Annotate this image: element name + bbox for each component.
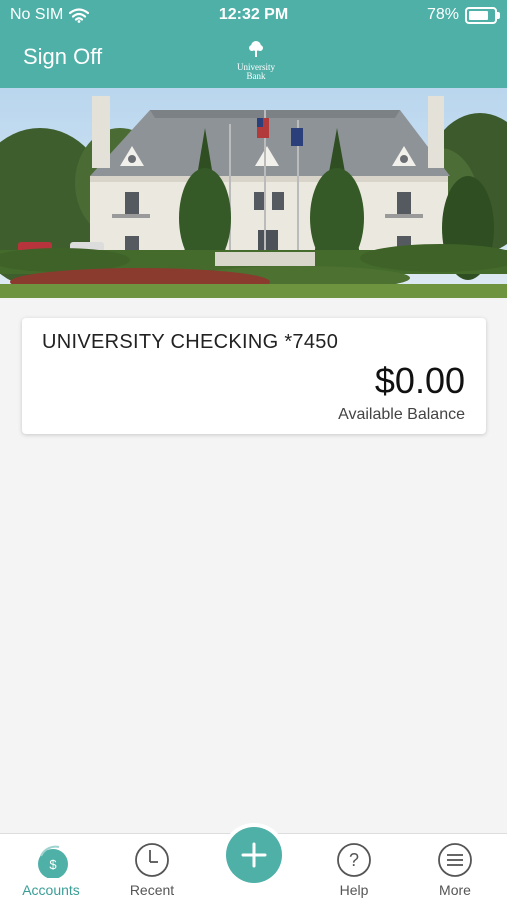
battery-fill xyxy=(469,10,488,20)
building-illustration xyxy=(0,88,507,298)
question-circle-icon: ? xyxy=(337,843,371,877)
account-balance: $0.00 xyxy=(374,360,465,401)
tab-help-label: Help xyxy=(339,882,369,898)
tab-recent[interactable]: Recent xyxy=(102,834,202,901)
tab-accounts[interactable]: $ Accounts xyxy=(1,834,101,901)
logo-text-line2: Bank xyxy=(246,71,266,81)
tab-accounts-label: Accounts xyxy=(22,882,80,898)
dollar-circle-icon: $ xyxy=(38,845,68,878)
tree-logo-icon xyxy=(249,41,263,57)
tab-more[interactable]: More xyxy=(405,834,505,901)
account-card[interactable]: UNIVERSITY CHECKING *7450 $0.00 Availabl… xyxy=(22,318,486,434)
tab-recent-label: Recent xyxy=(129,882,175,898)
plus-icon xyxy=(241,842,267,868)
battery-icon xyxy=(465,6,500,24)
tab-more-label: More xyxy=(439,882,471,898)
tab-help[interactable]: ? Help xyxy=(304,834,404,901)
status-right: 78% xyxy=(426,6,500,24)
available-balance-label: Available Balance xyxy=(338,406,465,423)
sign-off-button[interactable]: Sign Off xyxy=(23,44,102,70)
add-button[interactable] xyxy=(226,827,282,883)
svg-text:?: ? xyxy=(349,850,359,870)
menu-lines-icon xyxy=(438,843,472,877)
bank-building-photo xyxy=(0,88,507,298)
top-bar: No SIM 12:32 PM 78% Sign Off University … xyxy=(0,0,507,88)
status-bar: No SIM 12:32 PM 78% xyxy=(0,0,507,30)
clock-icon xyxy=(135,843,169,877)
university-bank-logo: University Bank xyxy=(231,40,281,81)
battery-percent: 78% xyxy=(426,6,459,23)
svg-text:$: $ xyxy=(49,857,57,872)
account-name: UNIVERSITY CHECKING *7450 xyxy=(42,331,339,353)
